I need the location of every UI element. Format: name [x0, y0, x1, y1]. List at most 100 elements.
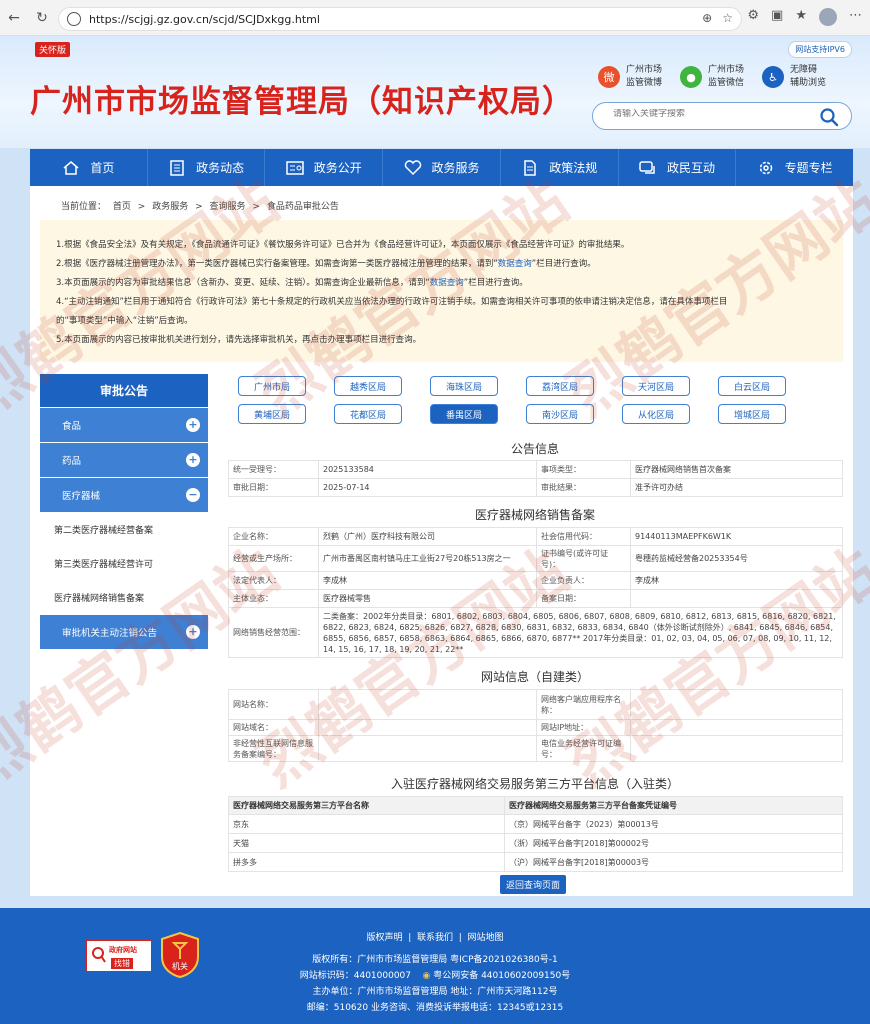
weibo-icon: 微 — [598, 66, 620, 88]
table-row: 法定代表人： 李成林 企业负责人： 李成林 — [228, 571, 843, 590]
footer-host: 主办单位：广州市市场监督管理局 地址：广州市天河路112号 — [312, 987, 558, 997]
sidebar-item-cancellation[interactable]: 审批机关主动注销公告 + — [40, 614, 208, 649]
website-table: 网站名称： 网络客户端应用程序名称： 网站域名： 网站IP地址： 非经营性互联网… — [228, 689, 843, 762]
breadcrumb-query[interactable]: 查询服务 — [210, 202, 246, 212]
quick-link-wechat[interactable]: ● 广州市场 监管微信 — [680, 64, 758, 90]
site-header: 关怀版 广州市市场监督管理局（知识产权局） 网站支持IPV6 微 广州市场 监管微… — [0, 36, 870, 148]
police-badge-icon: ◉ — [422, 971, 431, 981]
care-mode-badge[interactable]: 关怀版 — [35, 42, 71, 57]
nav-home[interactable]: 首页 — [30, 149, 148, 186]
nav-services[interactable]: 政务服务 — [383, 149, 501, 186]
back-icon[interactable]: ← — [2, 6, 26, 30]
quick-link-weibo[interactable]: 微 广州市场 监管微博 — [598, 64, 676, 90]
table-row: 非经营性互联网信息服务备案编号： 电信业务经营许可证编号： — [228, 735, 843, 762]
site-info-icon[interactable] — [67, 12, 81, 26]
district-button[interactable]: 广州市局 — [238, 376, 306, 396]
footer-link-contact[interactable]: 联系我们 — [417, 933, 453, 943]
breadcrumb: 当前位置： 首页 > 政务服务 > 查询服务 > 食品药品审批公告 — [61, 202, 339, 212]
notice-line-5: 5.本页面展示的内容已按审批机关进行划分，请先选择审批机关，再点击办理事项栏目进… — [56, 335, 422, 345]
sidebar-subitem-class3-license[interactable]: 第三类医疗器械经营许可 — [40, 546, 208, 580]
collapse-icon[interactable]: − — [186, 488, 200, 502]
zoom-icon[interactable]: ⊕ — [702, 11, 712, 25]
district-button[interactable]: 荔湾区局 — [526, 376, 594, 396]
table-row: 主体业态： 医疗器械零售 备案日期： — [228, 589, 843, 608]
district-button[interactable]: 南沙区局 — [526, 404, 594, 424]
district-button[interactable]: 花都区局 — [334, 404, 402, 424]
breadcrumb-current: 食品药品审批公告 — [266, 202, 339, 212]
sidebar-subitem-class2-filing[interactable]: 第二类医疗器械经营备案 — [40, 512, 208, 546]
document-icon — [524, 159, 536, 176]
table-row: 统一受理号： 2025133584 事项类型： 医疗器械网络销售首次备案 — [228, 460, 843, 479]
footer-link-sitemap[interactable]: 网站地图 — [467, 933, 503, 943]
quick-link-accessibility[interactable]: ♿ 无障碍 辅助浏览 — [762, 64, 840, 90]
table-header-row: 医疗器械网络交易服务第三方平台名称 医疗器械网络交易服务第三方平台备案凭证编号 — [228, 796, 843, 815]
expand-icon[interactable]: + — [186, 625, 200, 639]
district-button[interactable]: 白云区局 — [718, 376, 786, 396]
profile-avatar[interactable] — [819, 8, 837, 26]
table-row: 天猫 （浙）网械平台备字[2018]第00002号 — [228, 833, 843, 853]
data-query-link[interactable]: 数据查询 — [430, 278, 464, 288]
main-content: 当前位置： 首页 > 政务服务 > 查询服务 > 食品药品审批公告 1.根据《食… — [30, 186, 853, 896]
nav-interaction[interactable]: 政民互动 — [619, 149, 737, 186]
table-row: 拼多多 （沪）网械平台备字[2018]第00003号 — [228, 852, 843, 872]
sidebar-item-food[interactable]: 食品 + — [40, 407, 208, 442]
browser-toolbar: ← ↻ https://scjgj.gz.gov.cn/scjd/SCJDxkg… — [0, 0, 870, 36]
footer-copyright: 版权所有：广州市市场监督管理局 粤ICP备2021026380号-1 — [312, 955, 558, 965]
extensions-icon[interactable]: ⚙ — [747, 8, 759, 26]
district-button[interactable]: 海珠区局 — [430, 376, 498, 396]
favorite-star-icon[interactable]: ☆ — [722, 11, 733, 25]
address-bar[interactable]: https://scjgj.gz.gov.cn/scjd/SCJDxkgg.ht… — [58, 7, 742, 31]
district-button[interactable]: 天河区局 — [622, 376, 690, 396]
sales-title: 医疗器械网络销售备案 — [474, 508, 595, 522]
gear-icon — [759, 161, 772, 174]
sidebar-subitem-online-sales[interactable]: 医疗器械网络销售备案 — [40, 580, 208, 614]
more-menu-icon[interactable]: ⋯ — [849, 8, 862, 26]
footer-link-copyright[interactable]: 版权声明 — [366, 933, 402, 943]
table-row: 网站名称： 网络客户端应用程序名称： — [228, 689, 843, 720]
table-row: 京东 （京）网械平台备字（2023）第00013号 — [228, 814, 843, 834]
sidebar-item-drugs[interactable]: 药品 + — [40, 442, 208, 477]
nav-topics[interactable]: 专题专栏 — [736, 149, 853, 186]
search-input[interactable] — [613, 109, 803, 119]
search-icon[interactable] — [819, 107, 839, 127]
expand-icon[interactable]: + — [186, 418, 200, 432]
heart-hand-icon — [404, 159, 421, 175]
table-row: 网络销售经营范围： 二类备案：2002年分类目录：6801, 6802, 6803… — [228, 607, 843, 658]
sidebar-item-devices[interactable]: 医疗器械 − — [40, 477, 208, 512]
table-row: 审批日期： 2025-07-14 审批结果： 准予许可办结 — [228, 478, 843, 497]
site-footer: 版权声明 | 联系我们 | 网站地图 政府网站 找错 机关 版权所有：广州市市场… — [0, 908, 870, 1024]
table-row: 经营或生产场所： 广州市番禺区南村镇马庄工业街27号20栋513房之一 证书编号(… — [228, 545, 843, 572]
nav-news[interactable]: 政务动态 — [148, 149, 266, 186]
platforms-title: 入驻医疗器械网络交易服务第三方平台信息（入驻类） — [390, 777, 679, 791]
district-button[interactable]: 越秀区局 — [334, 376, 402, 396]
url-text: https://scjgj.gz.gov.cn/scjd/SCJDxkgg.ht… — [89, 12, 320, 26]
district-button-active[interactable]: 番禺区局 — [430, 404, 498, 424]
back-to-query-button[interactable]: 返回查询页面 — [500, 875, 566, 894]
favorites-icon[interactable]: ★ — [795, 8, 807, 26]
news-icon — [170, 159, 184, 176]
notice-box: 1.根据《食品安全法》及有关规定，《食品流通许可证》《餐饮服务许可证》已合并为《… — [40, 220, 843, 362]
expand-icon[interactable]: + — [186, 453, 200, 467]
breadcrumb-services[interactable]: 政务服务 — [152, 202, 188, 212]
table-row: 企业名称： 烈鹤（广州）医疗科技有限公司 社会信用代码： 91440113MAEPF… — [228, 527, 843, 546]
nav-policies[interactable]: 政策法规 — [501, 149, 619, 186]
nav-disclosure[interactable]: 政务公开 — [265, 149, 384, 186]
split-screen-icon[interactable]: ▣ — [771, 8, 783, 26]
footer-site-id: 网站标识码：4401000007 ◉ 粤公网安备 44010602009150号 — [299, 971, 571, 981]
notice-line-3: 3.本页面展示的内容为审批结果信息（含新办、变更、延续、注销）。如需查询企业最新… — [56, 278, 528, 288]
data-query-link[interactable]: 数据查询 — [498, 259, 532, 269]
wechat-icon: ● — [680, 66, 702, 88]
id-card-icon — [286, 160, 304, 175]
breadcrumb-home[interactable]: 首页 — [113, 202, 131, 212]
district-button[interactable]: 增城区局 — [718, 404, 786, 424]
district-button[interactable]: 黄埔区局 — [238, 404, 306, 424]
accessibility-icon: ♿ — [762, 66, 784, 88]
district-button[interactable]: 从化区局 — [622, 404, 690, 424]
platforms-table: 医疗器械网络交易服务第三方平台名称 医疗器械网络交易服务第三方平台备案凭证编号 京… — [228, 796, 843, 872]
site-search — [592, 102, 852, 130]
chat-icon — [639, 160, 655, 174]
announce-title: 公告信息 — [510, 442, 559, 456]
home-icon — [63, 160, 79, 175]
website-title: 网站信息（自建类） — [480, 670, 589, 684]
reload-icon[interactable]: ↻ — [30, 6, 54, 30]
